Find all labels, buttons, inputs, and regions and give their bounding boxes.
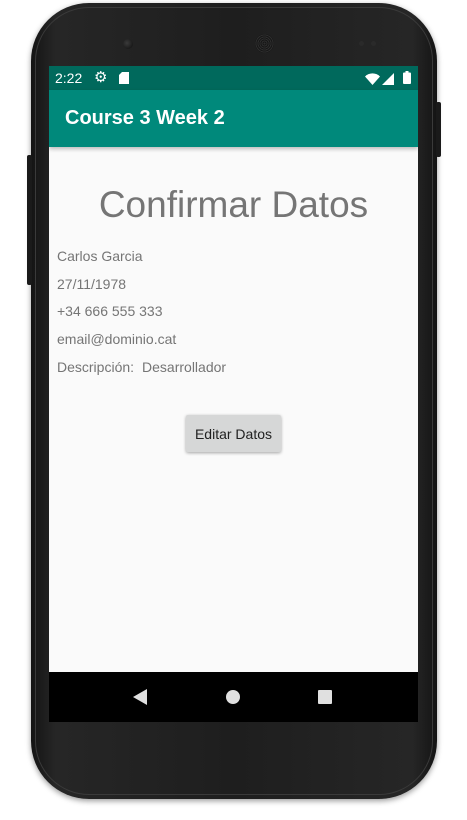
gear-icon: ⚙ <box>94 69 108 86</box>
proximity-sensor <box>359 41 364 46</box>
email-text: email@dominio.cat <box>57 331 177 347</box>
page-title: Confirmar Datos <box>98 184 369 225</box>
wifi-icon <box>365 72 380 88</box>
birth-date-text: 27/11/1978 <box>57 276 127 292</box>
app-bar: Course 3 Week 2 <box>49 90 418 147</box>
signal-icon <box>382 72 394 88</box>
back-icon[interactable] <box>133 689 147 710</box>
description-label: Descripción: <box>57 359 135 375</box>
sd-card-icon <box>119 71 129 87</box>
edit-data-button[interactable]: Editar Datos <box>186 415 281 452</box>
home-icon[interactable] <box>226 690 240 704</box>
volume-button[interactable] <box>27 155 32 285</box>
recents-icon[interactable] <box>318 690 332 704</box>
light-sensor <box>371 41 376 46</box>
status-time: 2:22 <box>55 70 83 86</box>
front-camera <box>123 39 133 49</box>
navigation-bar <box>49 672 418 722</box>
description-value: Desarrollador <box>142 359 227 375</box>
name-text: Carlos Garcia <box>57 248 143 264</box>
battery-icon <box>403 71 411 87</box>
power-button[interactable] <box>436 102 441 157</box>
phone-text: +34 666 555 333 <box>57 303 163 319</box>
screen: 2:22 ⚙ Course 3 Week 2 Confirmar Datos C… <box>49 66 418 722</box>
description-row: Descripción: Desarrollador <box>57 359 226 375</box>
status-bar: 2:22 ⚙ <box>49 66 418 90</box>
app-title: Course 3 Week 2 <box>65 107 225 129</box>
earpiece-speaker <box>255 34 274 53</box>
